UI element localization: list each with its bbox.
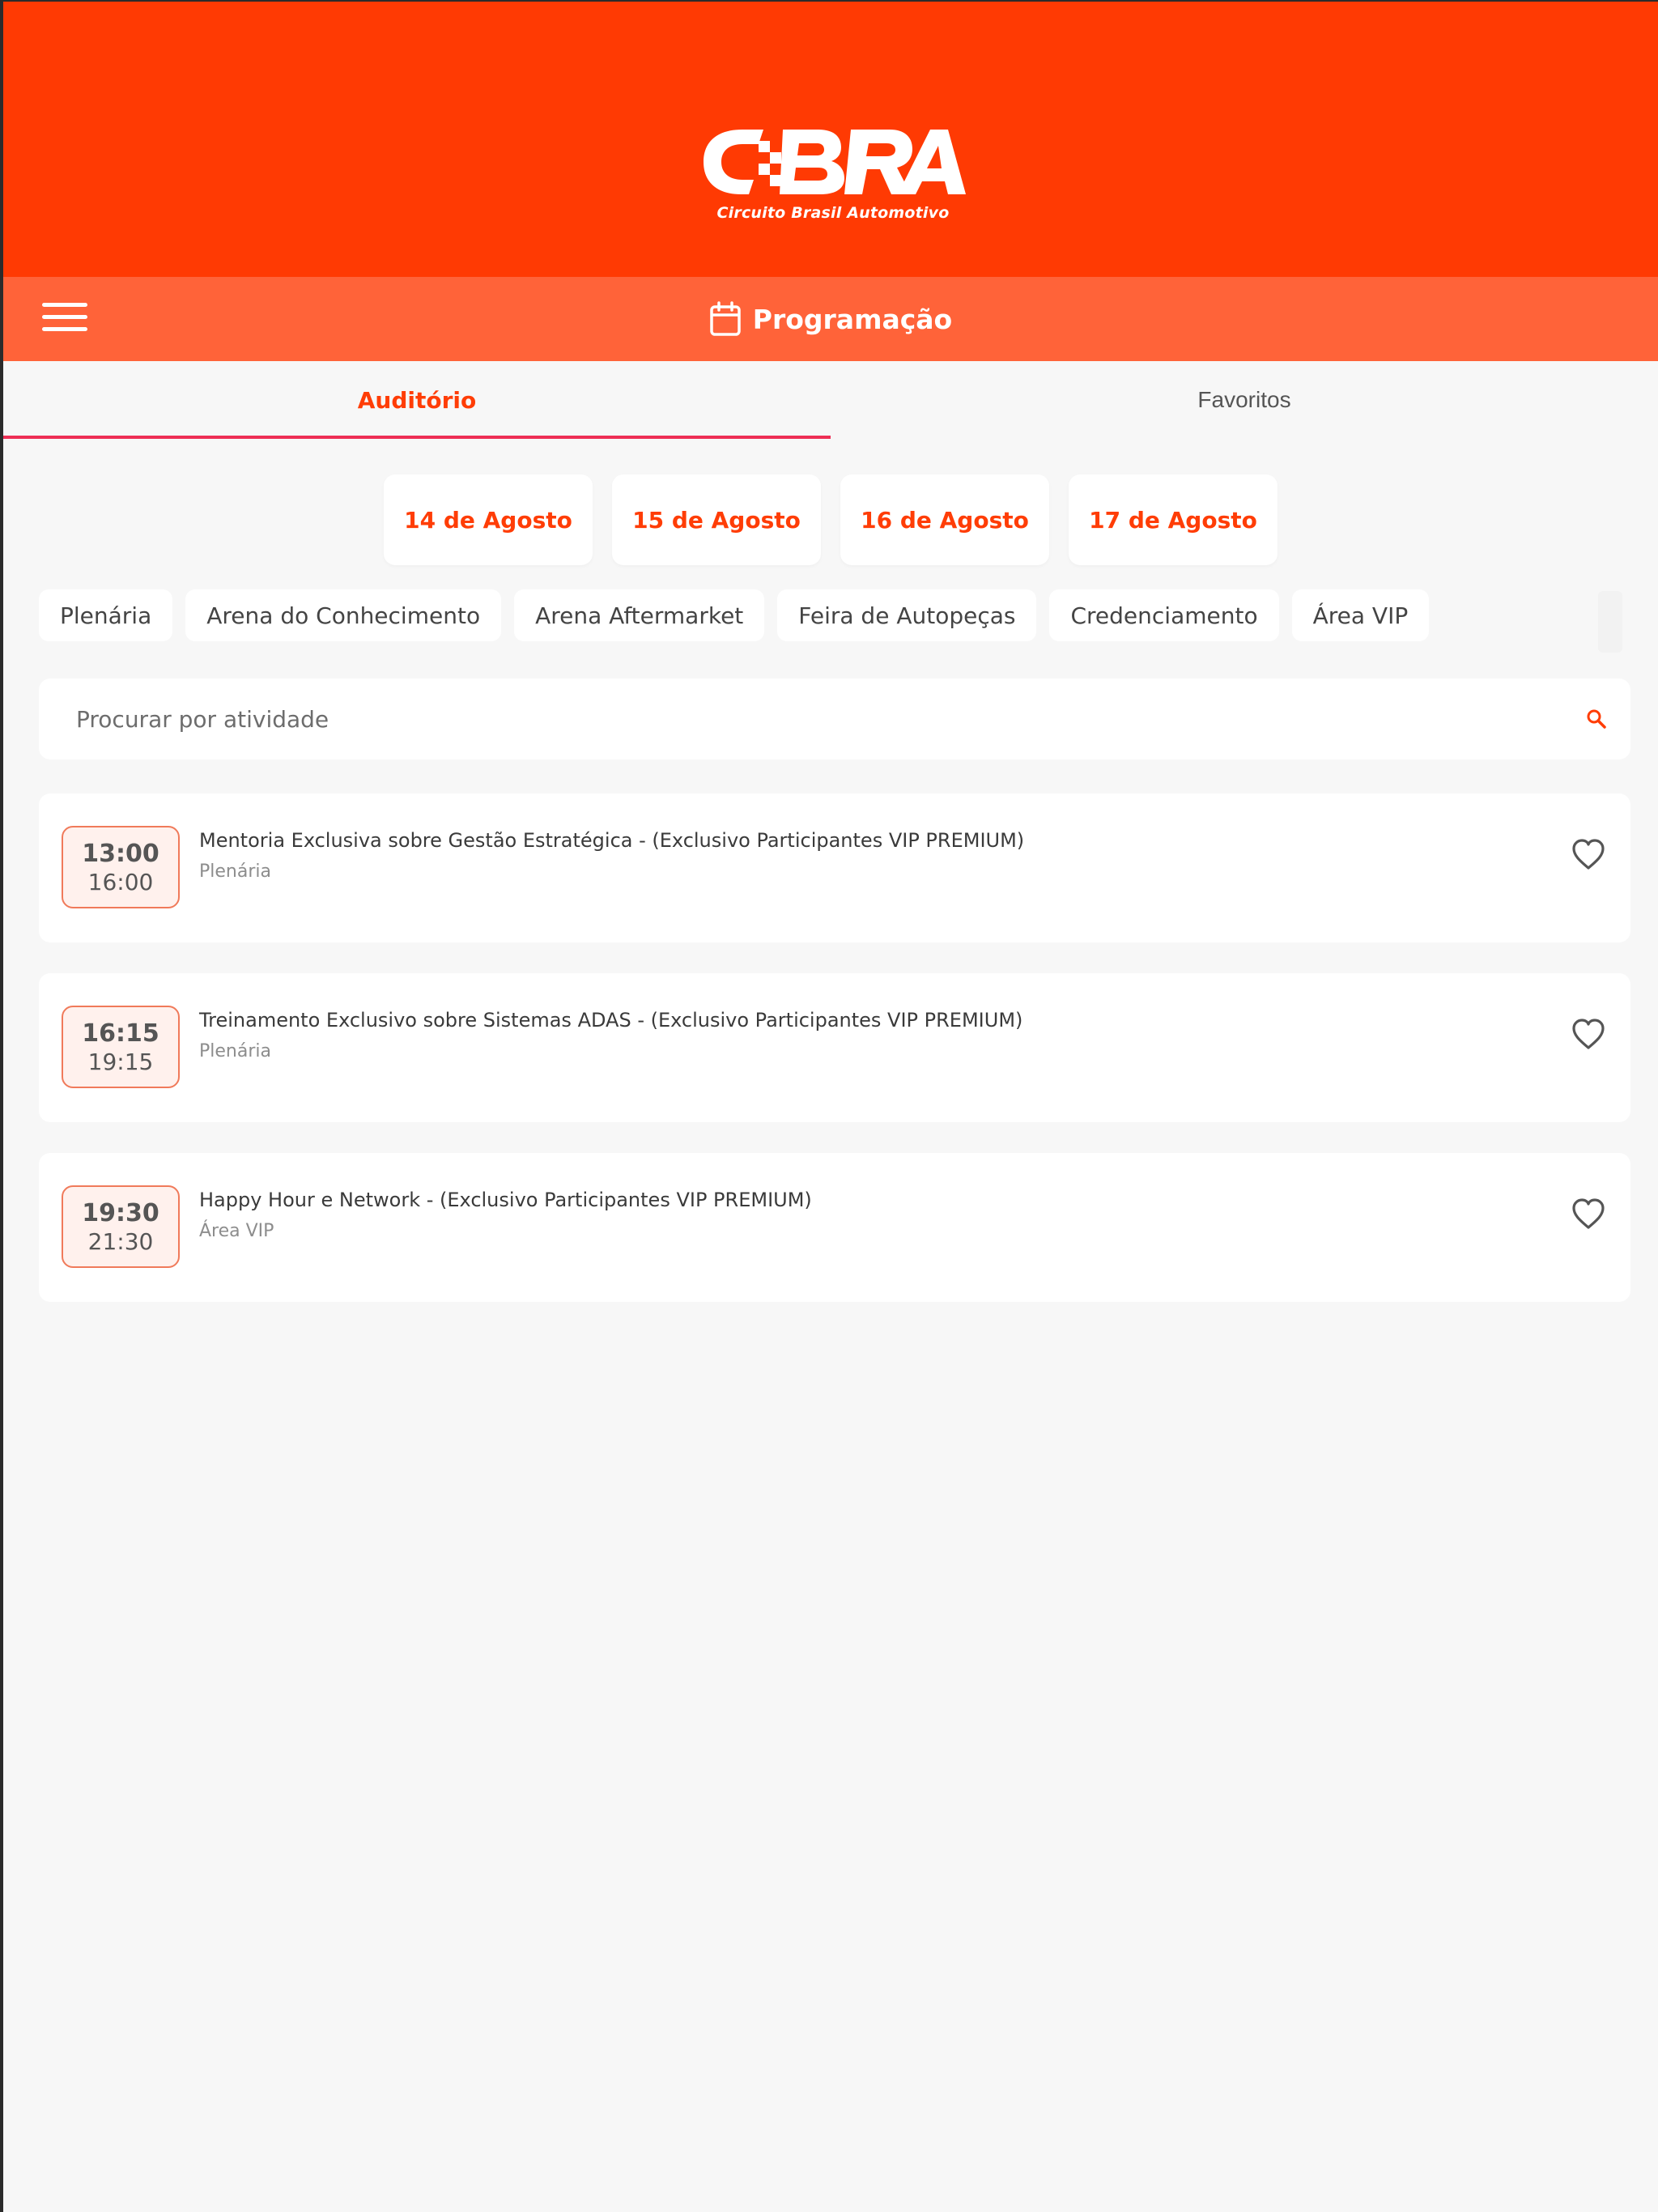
activity-title: Happy Hour e Network - (Exclusivo Partic…: [199, 1189, 812, 1211]
tab-auditorio[interactable]: Auditório: [3, 361, 831, 439]
search-bar: [39, 678, 1630, 759]
chip-plenaria[interactable]: Plenária: [39, 589, 173, 641]
time-box: 19:30 21:30: [62, 1185, 180, 1268]
search-icon[interactable]: [1585, 708, 1608, 730]
time-box: 13:00 16:00: [62, 826, 180, 908]
activity-title: Treinamento Exclusivo sobre Sistemas ADA…: [199, 1009, 1023, 1032]
calendar-icon: [710, 301, 741, 336]
heart-outline-icon[interactable]: [1571, 1017, 1606, 1051]
date-button-17[interactable]: 17 de Agosto: [1069, 474, 1278, 565]
start-time: 19:30: [82, 1199, 159, 1227]
activity-card[interactable]: 16:15 19:15 Treinamento Exclusivo sobre …: [39, 973, 1630, 1122]
date-button-16[interactable]: 16 de Agosto: [840, 474, 1049, 565]
chip-area-vip[interactable]: Área VIP: [1291, 589, 1430, 641]
tab-bar: Auditório Favoritos: [3, 361, 1658, 439]
app-window: Circuito Brasil Automotivo Programação A…: [0, 0, 1658, 2212]
brand-header: Circuito Brasil Automotivo: [3, 2, 1658, 277]
chip-arena-aftermarket[interactable]: Arena Aftermarket: [514, 589, 765, 641]
date-selector: 14 de Agosto 15 de Agosto 16 de Agosto 1…: [3, 474, 1658, 565]
chip-arena-do-conhecimento[interactable]: Arena do Conhecimento: [185, 589, 502, 641]
activity-card[interactable]: 19:30 21:30 Happy Hour e Network - (Excl…: [39, 1153, 1630, 1302]
end-time: 21:30: [87, 1228, 154, 1255]
activity-location: Área VIP: [199, 1221, 274, 1241]
activity-location: Plenária: [199, 861, 271, 882]
logo-subtitle: Circuito Brasil Automotivo: [716, 204, 950, 222]
start-time: 16:15: [82, 1019, 159, 1048]
activity-location: Plenária: [199, 1041, 271, 1061]
date-button-15[interactable]: 15 de Agosto: [612, 474, 821, 565]
start-time: 13:00: [82, 840, 159, 868]
tab-favoritos[interactable]: Favoritos: [831, 361, 1658, 439]
heart-outline-icon[interactable]: [1571, 837, 1606, 871]
cbra-logo: Circuito Brasil Automotivo: [695, 123, 971, 228]
toolbar: Programação: [3, 277, 1658, 361]
search-input[interactable]: [74, 704, 1535, 734]
cbra-logo-mark: [704, 130, 966, 194]
page-title: Programação: [752, 303, 953, 335]
end-time: 19:15: [87, 1049, 154, 1075]
date-button-14[interactable]: 14 de Agosto: [384, 474, 593, 565]
chips-scroll-edge[interactable]: [1598, 591, 1622, 653]
location-filter-chips: Plenária Arena do Conhecimento Arena Aft…: [39, 589, 1430, 641]
activity-card[interactable]: 13:00 16:00 Mentoria Exclusiva sobre Ges…: [39, 793, 1630, 942]
chip-credenciamento[interactable]: Credenciamento: [1049, 589, 1279, 641]
activity-title: Mentoria Exclusiva sobre Gestão Estratég…: [199, 829, 1025, 852]
chip-feira-de-autopecas[interactable]: Feira de Autopeças: [777, 589, 1037, 641]
activity-list: 13:00 16:00 Mentoria Exclusiva sobre Ges…: [39, 793, 1630, 1333]
end-time: 16:00: [87, 869, 154, 895]
heart-outline-icon[interactable]: [1571, 1197, 1606, 1231]
toolbar-title-group: Programação: [3, 277, 1658, 361]
time-box: 16:15 19:15: [62, 1006, 180, 1088]
